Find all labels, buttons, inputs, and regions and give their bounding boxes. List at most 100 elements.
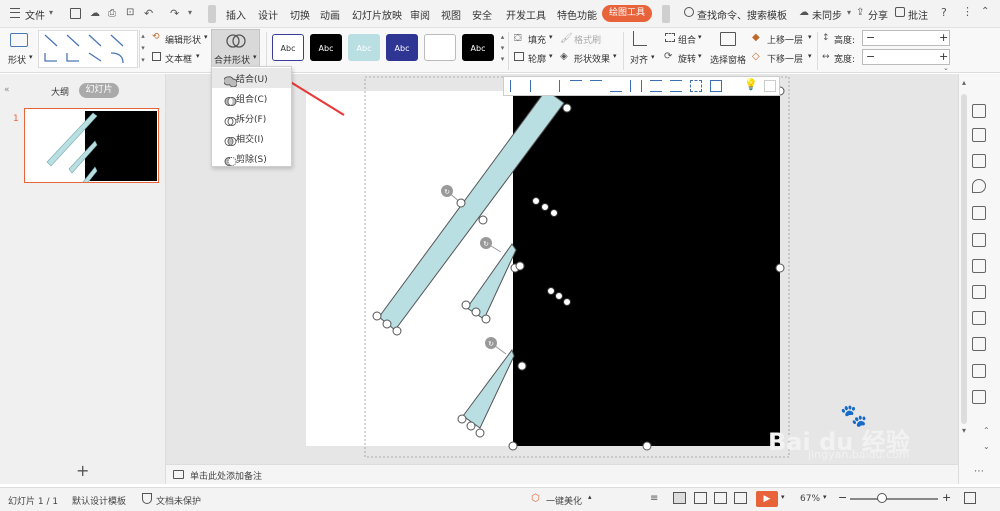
collapse-panel-icon[interactable]: «	[4, 85, 10, 95]
selection-pane-button[interactable]: 选择窗格	[710, 53, 746, 66]
sync-status[interactable]: 未同步	[812, 7, 842, 22]
chevron-down-icon[interactable]: ▾	[204, 33, 208, 41]
chevron-down-icon[interactable]: ▾	[613, 52, 617, 60]
scroll-right-icon[interactable]	[662, 5, 670, 23]
zoom-level[interactable]: 67%	[800, 494, 820, 504]
play-slideshow-button[interactable]: ▶	[756, 491, 778, 507]
document-icon[interactable]	[972, 311, 986, 325]
shape-style-swatch[interactable]: Abc	[386, 34, 418, 61]
chevron-down-double-icon[interactable]: ⌄	[983, 442, 990, 451]
eraser-icon[interactable]	[972, 390, 986, 404]
search-icon[interactable]	[684, 7, 694, 17]
crop-icon[interactable]	[972, 285, 986, 299]
redo-icon[interactable]: ↷	[170, 7, 179, 20]
align-menu-icon[interactable]: ≡	[650, 493, 658, 504]
print-icon[interactable]: ⎙	[108, 8, 116, 19]
chevron-down-icon[interactable]: ▾	[549, 52, 553, 60]
chevron-down-icon[interactable]: ▾	[808, 33, 812, 41]
shape-style-swatch[interactable]: Abc	[462, 34, 494, 61]
design-template[interactable]: 默认设计模板	[72, 494, 126, 507]
more-icon[interactable]: ⋮	[962, 5, 973, 18]
tab-security[interactable]: 安全	[472, 7, 492, 22]
shape-fill-icon[interactable]	[972, 206, 986, 220]
tab-animation[interactable]: 动画	[320, 7, 340, 22]
send-backward-button[interactable]: 下移一层	[767, 52, 803, 65]
tab-insert[interactable]: 插入	[226, 7, 246, 22]
chevron-down-icon[interactable]: ▾	[847, 8, 851, 17]
crop-icon[interactable]	[710, 80, 722, 92]
align-top-icon[interactable]	[570, 80, 582, 92]
more-options-icon[interactable]: ⋯	[974, 466, 984, 477]
save-icon[interactable]	[70, 8, 81, 19]
chevron-down-icon[interactable]: ▾	[698, 33, 702, 41]
bring-forward-button[interactable]: 上移一层	[767, 33, 803, 46]
preview-icon[interactable]: ⊡	[126, 7, 134, 18]
chevron-down-icon[interactable]: ▾	[196, 52, 200, 60]
outline-button[interactable]: 轮廓	[528, 52, 546, 65]
cloud-icon[interactable]: ☁	[90, 8, 100, 19]
slide-sorter-icon[interactable]	[694, 492, 707, 504]
chevron-up-double-icon[interactable]: ⌃	[983, 426, 990, 435]
vertical-scrollbar[interactable]	[961, 94, 967, 424]
merge-option-subtract[interactable]: 剪除(S)	[212, 148, 291, 168]
shape-style-swatch[interactable]: Abc	[310, 34, 342, 61]
zoom-out-button[interactable]: −	[838, 491, 847, 504]
align-bottom-icon[interactable]	[610, 80, 622, 92]
shape-style-swatch[interactable]: Abc	[272, 34, 304, 61]
chevron-down-icon[interactable]: ▾	[549, 33, 553, 41]
merge-option-intersect[interactable]: 相交(I)	[212, 128, 291, 148]
file-menu[interactable]: 文件	[25, 7, 45, 22]
share-button[interactable]: 分享	[868, 7, 888, 22]
tab-developer[interactable]: 开发工具	[506, 7, 546, 22]
chevron-down-icon[interactable]: ⌄	[943, 64, 949, 72]
zoom-slider[interactable]	[850, 498, 938, 500]
distribute-vertical-icon[interactable]	[650, 80, 662, 92]
align-left-icon[interactable]	[510, 80, 520, 92]
undo-icon[interactable]: ↶	[144, 7, 153, 20]
lightbulb-icon[interactable]: 💡	[744, 78, 758, 91]
gallery-scroll-icon[interactable]: ▴ ▾ ▾	[139, 30, 146, 68]
shape-gallery[interactable]	[38, 30, 138, 68]
tab-drawing-tools[interactable]: 绘图工具	[602, 5, 652, 22]
scroll-down-icon[interactable]: ▾	[962, 426, 966, 435]
align-right-icon[interactable]	[550, 80, 560, 92]
search-command-input[interactable]: 查找命令、搜索模板	[697, 7, 787, 22]
scroll-up-icon[interactable]: ▴	[962, 78, 966, 87]
chevron-down-icon[interactable]: ▾	[651, 53, 655, 61]
increase-width-button[interactable]: +	[939, 50, 948, 63]
notes-pane[interactable]: 单击此处添加备注	[166, 464, 958, 484]
one-click-beautify-button[interactable]: 一键美化	[546, 494, 582, 507]
increase-height-button[interactable]: +	[939, 31, 948, 44]
merge-option-combine[interactable]: 组合(C)	[212, 88, 291, 108]
tab-slideshow[interactable]: 幻灯片放映	[352, 7, 402, 22]
distribute-horizontal-icon[interactable]	[630, 80, 642, 92]
distribute-icon[interactable]	[670, 80, 682, 92]
tab-slides[interactable]: 幻灯片	[79, 83, 119, 98]
add-slide-button[interactable]: +	[76, 461, 89, 480]
merge-option-fragment[interactable]: 拆分(F)	[212, 108, 291, 128]
chevron-down-icon[interactable]: ▾	[823, 493, 827, 501]
normal-view-icon[interactable]	[673, 492, 686, 504]
document-protection[interactable]: 文档未保护	[156, 494, 201, 507]
slide-thumbnail[interactable]	[24, 108, 159, 202]
tab-transition[interactable]: 切换	[290, 7, 310, 22]
chevron-up-icon[interactable]: ▴	[588, 493, 592, 501]
align-button[interactable]: 对齐	[630, 53, 648, 66]
copy-icon[interactable]	[972, 154, 986, 168]
decrease-height-button[interactable]: −	[866, 31, 875, 44]
edit-shape-button[interactable]: 编辑形状	[165, 33, 201, 46]
zoom-slider-thumb[interactable]	[877, 493, 887, 503]
reading-view-icon[interactable]	[714, 492, 727, 504]
properties-icon[interactable]	[972, 128, 986, 142]
help-icon[interactable]: ?	[941, 6, 947, 19]
chevron-down-icon[interactable]: ▾	[29, 53, 33, 61]
select-icon[interactable]	[972, 104, 986, 118]
align-middle-icon[interactable]	[590, 80, 602, 92]
shape-button[interactable]: 形状	[8, 53, 26, 66]
merge-option-union[interactable]: 结合(U)	[212, 68, 291, 88]
shape-style-swatch[interactable]: Abc	[348, 34, 380, 61]
tab-review[interactable]: 审阅	[410, 7, 430, 22]
fit-window-icon[interactable]	[964, 492, 976, 504]
collapse-ribbon-icon[interactable]: ⌃	[981, 6, 989, 17]
location-icon[interactable]	[972, 179, 986, 193]
